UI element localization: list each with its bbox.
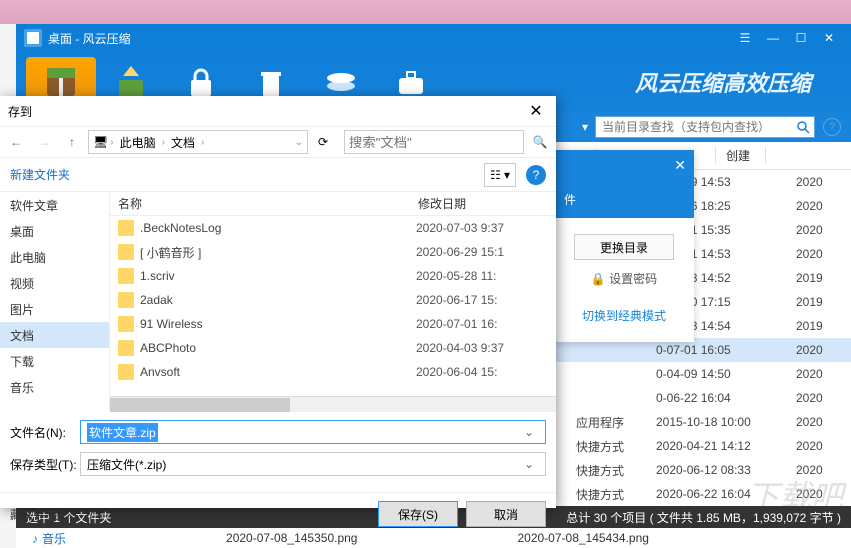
nav-back-icon[interactable]: ← [4,130,28,154]
file-row[interactable]: 2adak2020-06-17 15: [110,288,556,312]
chevron-right-icon: › [201,137,204,148]
save-button[interactable]: 保存(S) [378,501,458,527]
folder-icon [118,268,134,284]
cancel-button[interactable]: 取消 [466,501,546,527]
dialog-close-icon[interactable]: ✕ [524,101,548,121]
chevron-right-icon: › [110,137,113,148]
sidebar-item[interactable]: 视频 [0,270,109,296]
folder-icon [118,220,134,236]
chevron-down-icon[interactable]: ⌄ [519,457,539,471]
maximize-button[interactable]: ☐ [787,28,815,48]
popup-label: 件 [564,191,576,208]
col-created[interactable]: 创建 [716,147,766,164]
dialog-file-list: 名称 修改日期 .BeckNotesLog2020-07-03 9:37[ 小鹤… [110,192,556,412]
chevron-down-icon[interactable]: ⌄ [519,425,539,439]
app-slogan: 风云压缩高效压缩 [446,66,841,98]
nav-up-icon[interactable]: ↑ [60,130,84,154]
col-modified[interactable]: 修改日期 [410,195,540,212]
dialog-sidebar: 软件文章桌面此电脑视频图片文档下载音乐 [0,192,110,412]
search-button[interactable] [791,116,815,138]
settings-icon[interactable]: ☰ [731,28,759,48]
app-icon [24,29,42,47]
h-scrollbar[interactable] [110,396,556,412]
side-popup: ✕ 件 更换目录 🔒 设置密码 切换到经典模式 [554,150,694,342]
refresh-icon[interactable]: ⟳ [312,135,334,149]
file-row[interactable]: .BeckNotesLog2020-07-03 9:37 [110,216,556,240]
help-icon[interactable]: ? [823,118,841,136]
popup-close-icon[interactable]: ✕ [674,157,686,174]
col-name[interactable]: 名称 [110,195,410,212]
set-password-button[interactable]: 🔒 设置密码 [554,270,694,287]
sidebar-item[interactable]: 下载 [0,348,109,374]
bc-docs[interactable]: 文档 [167,134,199,151]
sidebar-item[interactable]: 音乐 [0,374,109,400]
window-title: 桌面 - 风云压缩 [48,30,731,47]
hide-folders-link[interactable]: 藏文件夹 [10,506,58,523]
dialog-nav: ← → ↑ 🖥 › 此电脑 › 文档 › ⌄ ⟳ 🔍 [0,126,556,158]
file-row[interactable]: 1.scriv2020-05-28 11: [110,264,556,288]
file-row[interactable]: 91 Wireless2020-07-01 16: [110,312,556,336]
save-dialog: 存到 ✕ ← → ↑ 🖥 › 此电脑 › 文档 › ⌄ ⟳ 🔍 新建文件夹 ☷ … [0,96,556,508]
file-row[interactable]: ABCPhoto2020-04-03 9:37 [110,336,556,360]
file-row[interactable]: [ 小鹤音形 ]2020-06-29 15:1 [110,240,556,264]
folder-icon [118,340,134,356]
bc-pc[interactable]: 此电脑 [116,134,160,151]
filter-search-icon[interactable]: 🔍 [528,130,552,154]
dialog-title: 存到 [8,103,524,120]
filename-label: 文件名(N): [10,424,80,441]
folder-icon [118,292,134,308]
titlebar: 桌面 - 风云压缩 ☰ — ☐ ✕ [16,24,851,52]
sidebar-item[interactable]: 此电脑 [0,244,109,270]
sidebar-item[interactable]: 软件文章 [0,192,109,218]
folder-icon [118,364,134,380]
chevron-down-icon[interactable]: ⌄ [295,137,303,148]
sidebar-item[interactable]: 图片 [0,296,109,322]
search-input[interactable] [595,116,815,138]
filetype-select[interactable]: 压缩文件(*.zip) ⌄ [80,452,546,476]
file-row[interactable]: Anvsoft2020-06-04 15: [110,360,556,384]
nav-forward-icon: → [32,130,56,154]
change-dir-button[interactable]: 更换目录 [574,234,674,260]
lock-icon: 🔒 [591,272,606,286]
folder-icon [118,244,134,260]
status-total: 总计 30 个项目 ( 文件共 1.85 MB，1,939,072 字节 ) [566,509,841,526]
filter-input[interactable] [344,130,524,154]
classic-mode-link[interactable]: 切换到经典模式 [554,297,694,334]
folder-icon [118,316,134,332]
dialog-help-icon[interactable]: ? [526,165,546,185]
sidebar-item[interactable]: 桌面 [0,218,109,244]
dropdown-icon[interactable]: ▾ [575,117,595,137]
sidebar-item[interactable]: 文档 [0,322,109,348]
chevron-right-icon: › [162,137,165,148]
filetype-label: 保存类型(T): [10,456,80,473]
filename-input[interactable]: 软件文章.zip ⌄ [80,420,546,444]
close-button[interactable]: ✕ [815,28,843,48]
new-folder-button[interactable]: 新建文件夹 [10,166,70,183]
minimize-button[interactable]: — [759,28,787,48]
breadcrumb[interactable]: 🖥 › 此电脑 › 文档 › ⌄ [88,130,308,154]
pc-icon: 🖥 [93,135,108,149]
view-mode-button[interactable]: ☷ ▾ [484,163,516,187]
